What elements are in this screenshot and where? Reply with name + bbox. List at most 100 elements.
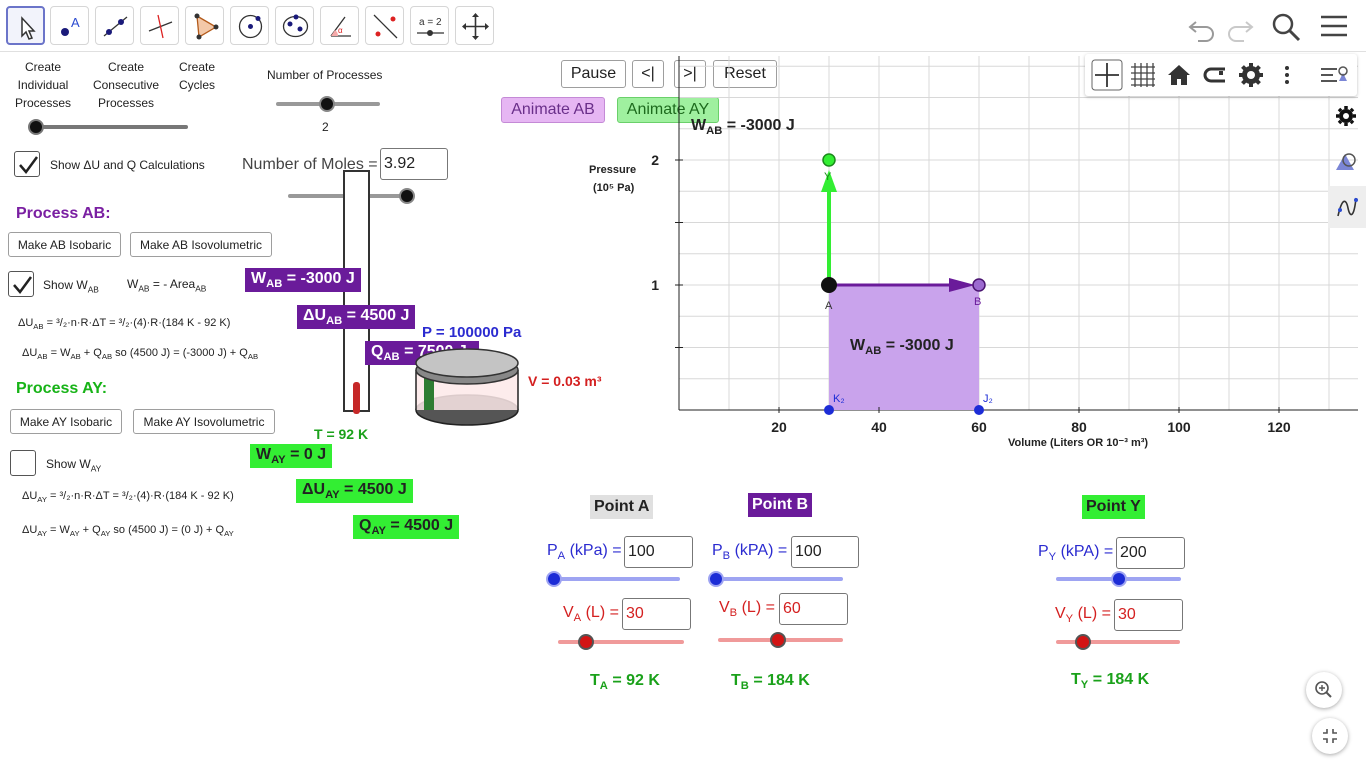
animate-ab-button[interactable]: Animate AB: [501, 97, 605, 123]
undo-icon[interactable]: [1186, 10, 1218, 42]
move-view-tool[interactable]: [455, 6, 494, 45]
show-way-checkbox[interactable]: [10, 450, 36, 476]
point-y-p-knob[interactable]: [1110, 571, 1127, 587]
point-y[interactable]: [822, 153, 836, 167]
menu-icon[interactable]: [1318, 10, 1350, 42]
point-a-v-input[interactable]: 30: [622, 598, 691, 630]
point-a-p-knob[interactable]: [546, 571, 562, 587]
create-individual-label: Create Individual Processes: [14, 60, 72, 110]
point-y-p-input[interactable]: 200: [1116, 537, 1185, 569]
axes-icon[interactable]: [1091, 59, 1123, 91]
show-way-label: Show WAY: [46, 457, 102, 474]
more-icon[interactable]: [1271, 59, 1303, 91]
process-ay-header: Process AY:: [16, 380, 108, 397]
make-ab-isovolumetric-button[interactable]: Make AB Isovolumetric: [130, 232, 272, 257]
w-area-label: WAB = -3000 J: [850, 337, 954, 358]
line-tool[interactable]: [95, 6, 134, 45]
make-ay-isovolumetric-button[interactable]: Make AY Isovolumetric: [133, 409, 275, 434]
mode-slider-track[interactable]: [36, 125, 188, 129]
point-b-v-input[interactable]: 60: [779, 593, 848, 625]
point-b-p-input[interactable]: 100: [791, 536, 859, 568]
du-ay-relation: ΔUAY = WAY + QAY so (4500 J) = (0 J) + Q…: [22, 524, 234, 539]
point-b-p-knob[interactable]: [708, 571, 724, 587]
pause-button[interactable]: Pause: [561, 60, 626, 88]
point-a-v-knob[interactable]: [577, 634, 594, 650]
redo-icon[interactable]: [1224, 10, 1256, 42]
point-y-v-input[interactable]: 30: [1114, 599, 1183, 631]
y-tick-label: 2: [651, 152, 659, 168]
settings-icon[interactable]: [1235, 59, 1267, 91]
angle-tool[interactable]: α: [320, 6, 359, 45]
fullscreen-button[interactable]: [1312, 718, 1348, 754]
pressure-readout: P = 100000 Pa: [422, 324, 522, 341]
top-toolbar: A α a = 2: [0, 0, 1366, 52]
point-a-v-track[interactable]: [558, 640, 684, 644]
thermometer-mercury: [353, 382, 360, 414]
temperature-readout: T = 92 K: [314, 426, 369, 442]
wab-box: WAB = -3000 J: [245, 268, 361, 293]
point-a-p-track[interactable]: [554, 577, 680, 581]
settings-icon[interactable]: [1334, 104, 1358, 128]
point-a-label: A: [825, 300, 833, 312]
point-b[interactable]: [972, 278, 986, 292]
x-tick-label: 120: [1267, 419, 1291, 435]
point-capture-icon[interactable]: [1199, 59, 1231, 91]
way-box: WAY = 0 J: [250, 444, 333, 469]
point-y-v-knob[interactable]: [1075, 634, 1092, 650]
point-k2-label: K₂: [833, 393, 845, 405]
show-calcs-label: Show ΔU and Q Calculations: [50, 158, 205, 172]
pv-graph[interactable]: 20 40 60 80 100 120 1 2 A B Y K₂ J₂: [640, 54, 1360, 454]
search-icon[interactable]: [1271, 10, 1303, 42]
y-axis-unit: (10⁵ Pa): [593, 182, 635, 194]
num-processes-label: Number of Processes: [267, 68, 383, 82]
num-moles-knob[interactable]: [399, 188, 415, 204]
show-calcs-checkbox[interactable]: [14, 151, 40, 177]
grid-icon[interactable]: [1127, 59, 1159, 91]
point-j2-label: J₂: [983, 393, 993, 405]
point-b-v-knob[interactable]: [770, 632, 786, 648]
mode-slider-knob[interactable]: [28, 119, 44, 135]
zoom-in-button[interactable]: [1306, 672, 1342, 708]
point-b-temperature: TB = 184 K: [731, 672, 810, 693]
polygon-tool[interactable]: [185, 6, 224, 45]
point-b-p-label: PB (kPA) =: [712, 542, 788, 563]
move-tool[interactable]: [6, 6, 45, 45]
point-j2[interactable]: [974, 405, 984, 415]
point-k2[interactable]: [824, 405, 834, 415]
make-ay-isobaric-button[interactable]: Make AY Isobaric: [10, 409, 122, 434]
num-moles-input[interactable]: 3.92: [380, 148, 448, 180]
point-tool[interactable]: A: [50, 6, 89, 45]
slider-tool[interactable]: a = 2: [410, 6, 449, 45]
home-icon[interactable]: [1163, 59, 1195, 91]
style-bar-icon[interactable]: [1317, 59, 1353, 91]
perpendicular-tool[interactable]: [140, 6, 179, 45]
show-wab-checkbox[interactable]: [8, 271, 34, 297]
graph-panel-tab[interactable]: [1328, 186, 1366, 228]
num-processes-value: 2: [322, 120, 329, 134]
du-ab-relation: ΔUAB = WAB + QAB so (4500 J) = (-3000 J)…: [22, 347, 259, 362]
du-ab-box: ΔUAB = 4500 J: [297, 305, 416, 330]
point-a-v-label: VA (L) =: [563, 604, 619, 625]
point-b-title: Point B: [748, 493, 812, 517]
make-ab-isobaric-button[interactable]: Make AB Isobaric: [8, 232, 121, 257]
num-processes-knob[interactable]: [319, 96, 335, 112]
x-tick-label: 80: [1071, 419, 1087, 435]
shapes-icon[interactable]: [1333, 148, 1359, 174]
zoom-in-icon: [1315, 681, 1332, 698]
x-tick-label: 100: [1167, 419, 1191, 435]
point-y-title: Point Y: [1082, 495, 1145, 519]
point-b-p-track[interactable]: [716, 577, 843, 581]
point-a[interactable]: [821, 277, 837, 293]
point-y-p-label: PY (kPA) =: [1038, 543, 1114, 564]
du-ay-box: ΔUAY = 4500 J: [296, 479, 413, 504]
svg-text:a = 2: a = 2: [419, 17, 442, 28]
point-b-label: B: [974, 296, 981, 308]
reflect-tool[interactable]: [365, 6, 404, 45]
point-a-p-input[interactable]: 100: [624, 536, 693, 568]
graph-icon[interactable]: [1334, 194, 1360, 220]
volume-readout: V = 0.03 m³: [528, 373, 602, 389]
checkmark-icon: [19, 156, 39, 175]
ellipse-tool[interactable]: [275, 6, 314, 45]
circle-tool[interactable]: [230, 6, 269, 45]
point-a-p-label: PA (kPa) =: [547, 542, 622, 563]
